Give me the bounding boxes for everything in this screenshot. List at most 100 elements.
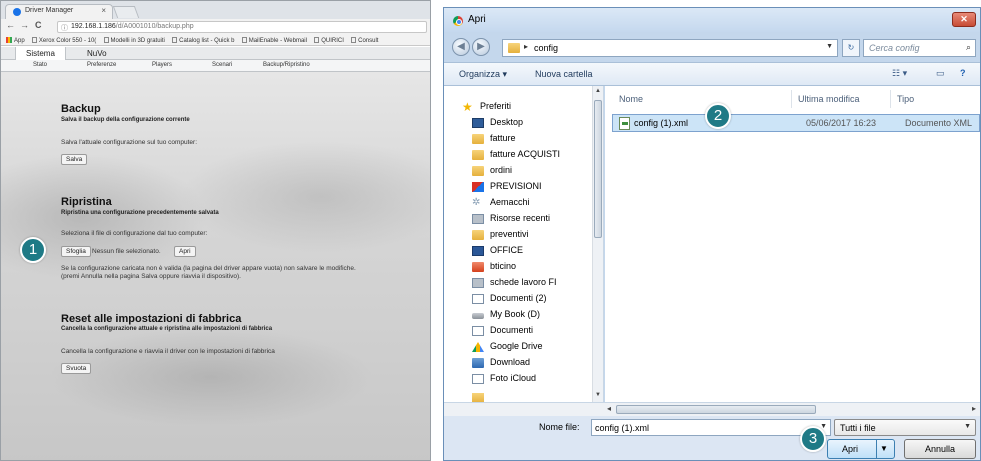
tab-close-icon[interactable]: × bbox=[101, 6, 106, 15]
main-menu: Sistema NuVo bbox=[1, 47, 430, 60]
nav-item-bticino[interactable]: bticino bbox=[444, 259, 594, 275]
reset-button[interactable]: Svuota bbox=[61, 363, 92, 374]
download-folder-icon bbox=[472, 358, 484, 368]
path-bar[interactable]: ▸ config ▼ bbox=[502, 39, 838, 57]
info-icon: ⓘ bbox=[61, 25, 68, 32]
open-options-arrow-icon[interactable]: ▼ bbox=[880, 444, 888, 453]
menu-sistema[interactable]: Sistema bbox=[15, 47, 66, 60]
nav-label: preventivi bbox=[490, 229, 529, 239]
bookmark-item[interactable]: Xerox Color 550 - 10( bbox=[31, 36, 96, 45]
backup-title: Backup bbox=[61, 103, 101, 115]
nav-item-preferiti[interactable]: ★ Preferiti bbox=[444, 99, 594, 115]
nav-item-fatture-acquisti[interactable]: fatture ACQUISTI bbox=[444, 147, 594, 163]
nav-item-google-drive[interactable]: Google Drive bbox=[444, 339, 594, 355]
nav-label: Risorse recenti bbox=[490, 213, 551, 223]
nav-scrollbar[interactable]: ▲ ▼ bbox=[592, 86, 603, 402]
chevron-down-icon[interactable]: ▼ bbox=[826, 43, 833, 50]
organize-button[interactable]: Organizza ▾ bbox=[459, 69, 507, 80]
nav-label: Download bbox=[490, 357, 531, 367]
chevron-right-icon[interactable]: ▸ bbox=[524, 42, 528, 51]
reload-icon[interactable]: C bbox=[35, 20, 42, 30]
cancel-button[interactable]: Annulla bbox=[904, 439, 976, 459]
search-input[interactable]: Cerca config ⌕ bbox=[863, 39, 976, 57]
back-icon[interactable]: ◀ bbox=[452, 38, 470, 56]
forward-icon[interactable]: ▶ bbox=[472, 38, 490, 56]
submenu-stato[interactable]: Stato bbox=[33, 62, 47, 68]
nav-item-documenti-2[interactable]: Documenti (2) bbox=[444, 291, 594, 307]
close-icon[interactable]: ✕ bbox=[952, 12, 976, 27]
folder-icon bbox=[472, 166, 484, 176]
new-folder-button[interactable]: Nuova cartella bbox=[535, 69, 593, 79]
file-type-select[interactable]: Tutti i file ▼ bbox=[834, 419, 976, 436]
bookmark-item[interactable]: MailEnable - Webmail bbox=[241, 36, 307, 45]
bookmark-label: QUIRICI bbox=[321, 38, 344, 44]
tab-title: Driver Manager bbox=[25, 7, 74, 14]
nav-item-download[interactable]: Download bbox=[444, 355, 594, 371]
nav-item-ordini[interactable]: ordini bbox=[444, 163, 594, 179]
column-type-header[interactable]: Tipo bbox=[897, 94, 914, 104]
bookmark-apps[interactable]: App bbox=[6, 36, 25, 45]
column-divider[interactable] bbox=[890, 90, 891, 108]
open-button[interactable]: Apri ▼ bbox=[827, 439, 895, 459]
url-host: 192.168.1.186 bbox=[71, 23, 116, 30]
url-text: 192.168.1.186/d/A0001010/backup.php bbox=[71, 23, 194, 30]
address-bar[interactable]: ⓘ 192.168.1.186/d/A0001010/backup.php bbox=[57, 21, 427, 33]
nav-item-preventivi[interactable]: preventivi bbox=[444, 227, 594, 243]
upload-open-button[interactable]: Apri bbox=[174, 246, 196, 257]
column-name-header[interactable]: Nome bbox=[619, 94, 643, 104]
scroll-thumb[interactable] bbox=[594, 100, 602, 238]
file-row-selected[interactable]: config (1).xml 05/06/2017 16:23 Document… bbox=[612, 114, 980, 132]
nav-item-office[interactable]: OFFICE bbox=[444, 243, 594, 259]
view-options-icon[interactable]: ☷ ▾ bbox=[892, 68, 907, 79]
horizontal-scrollbar[interactable]: ◂ ▸ bbox=[444, 402, 980, 416]
browse-button[interactable]: Sfoglia bbox=[61, 246, 91, 257]
browser-window: Driver Manager × ← → C ⓘ 192.168.1.186/d… bbox=[0, 0, 431, 461]
filename-input[interactable]: config (1).xml ▼ bbox=[591, 419, 831, 436]
file-list: Nome Ultima modifica Tipo config (1).xml… bbox=[605, 86, 980, 402]
scroll-down-icon[interactable]: ▼ bbox=[595, 392, 601, 398]
forward-arrow-icon[interactable]: → bbox=[20, 20, 29, 30]
submenu-backup[interactable]: Backup/Ripristino bbox=[263, 62, 310, 68]
nav-item-risorse-recenti[interactable]: Risorse recenti bbox=[444, 211, 594, 227]
back-arrow-icon[interactable]: ← bbox=[6, 20, 15, 30]
bookmark-item[interactable]: QUIRICI bbox=[314, 36, 344, 45]
column-divider[interactable] bbox=[791, 90, 792, 108]
nav-item-desktop[interactable]: Desktop bbox=[444, 115, 594, 131]
help-icon[interactable]: ? bbox=[960, 68, 966, 78]
save-button[interactable]: Salva bbox=[61, 154, 88, 165]
submenu-preferenze[interactable]: Preferenze bbox=[87, 62, 116, 68]
nav-item-schede-lavoro[interactable]: schede lavoro FI bbox=[444, 275, 594, 291]
menu-nuvo[interactable]: NuVo bbox=[87, 49, 107, 58]
preview-pane-icon[interactable]: ▭ bbox=[936, 68, 945, 79]
bookmark-item[interactable]: Catalog list - Quick b bbox=[172, 36, 234, 45]
browser-tab[interactable]: Driver Manager × bbox=[5, 4, 113, 19]
refresh-icon[interactable]: ↻ bbox=[842, 39, 860, 57]
nav-label: ordini bbox=[490, 165, 513, 175]
search-placeholder: Cerca config bbox=[869, 43, 920, 53]
nav-label: OFFICE bbox=[490, 245, 523, 255]
scroll-right-icon[interactable]: ▸ bbox=[972, 404, 976, 413]
path-folder[interactable]: config bbox=[534, 43, 558, 53]
nav-item-foto-icloud[interactable]: Foto iCloud bbox=[444, 371, 594, 387]
submenu-scenari[interactable]: Scenari bbox=[212, 62, 232, 68]
star-icon: ★ bbox=[462, 100, 473, 114]
column-modified-header[interactable]: Ultima modifica bbox=[798, 94, 860, 104]
page-icon bbox=[103, 37, 109, 43]
scroll-left-icon[interactable]: ◂ bbox=[607, 404, 611, 413]
search-icon[interactable]: ⌕ bbox=[966, 42, 971, 53]
nav-label: Foto iCloud bbox=[490, 373, 537, 383]
bookmark-item[interactable]: Consult bbox=[351, 36, 378, 45]
nav-item-documenti[interactable]: Documenti bbox=[444, 323, 594, 339]
chevron-down-icon[interactable]: ▼ bbox=[964, 423, 971, 430]
backup-subtitle: Salva il backup della configurazione cor… bbox=[61, 117, 190, 123]
new-tab-button[interactable] bbox=[112, 6, 140, 18]
submenu-players[interactable]: Players bbox=[152, 62, 172, 68]
bookmark-item[interactable]: Modelli in 3D gratuiti bbox=[103, 36, 165, 45]
nav-item-previsioni[interactable]: PREVISIONI bbox=[444, 179, 594, 195]
page-icon bbox=[31, 37, 37, 43]
scroll-thumb[interactable] bbox=[616, 405, 816, 414]
nav-item-fatture[interactable]: fatture bbox=[444, 131, 594, 147]
nav-item-my-book[interactable]: My Book (D) bbox=[444, 307, 594, 323]
scroll-up-icon[interactable]: ▲ bbox=[595, 88, 601, 94]
nav-item-aemacchi[interactable]: ✲ Aemacchi bbox=[444, 195, 594, 211]
